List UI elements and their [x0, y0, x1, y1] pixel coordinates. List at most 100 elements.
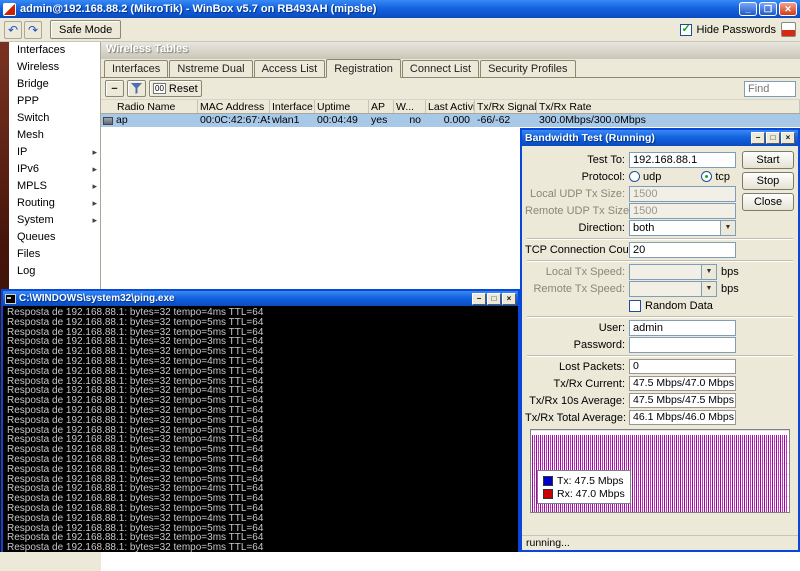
sidebar-item-ipv6[interactable]: IPv6 — [9, 161, 100, 178]
test-to-input[interactable] — [629, 152, 736, 168]
sidebar-item-label: Switch — [17, 112, 49, 124]
column-w[interactable]: W... — [394, 100, 426, 113]
expand-arrow-icon — [92, 195, 97, 212]
lost-packets-value: 0 — [629, 359, 736, 374]
stop-button[interactable]: Stop — [742, 172, 794, 190]
rx-legend-label: Rx: 47.0 Mbps — [557, 488, 625, 500]
ping-minimize-button[interactable] — [472, 293, 486, 305]
chevron-down-icon — [701, 265, 716, 279]
maximize-button[interactable]: ❐ — [759, 2, 777, 16]
column-mac-address[interactable]: MAC Address — [198, 100, 270, 113]
safe-mode-button[interactable]: Safe Mode — [50, 20, 121, 39]
tab-connect-list[interactable]: Connect List — [402, 60, 479, 77]
wireless-tables-titlebar[interactable]: Wireless Tables — [101, 42, 800, 59]
registration-table-header: Radio Name MAC Address Interface Uptime … — [101, 100, 800, 114]
ping-titlebar[interactable]: C:\WINDOWS\system32\ping.exe — [3, 291, 518, 306]
local-tx-speed-label: Local Tx Speed: — [525, 266, 629, 278]
tab-registration[interactable]: Registration — [326, 59, 401, 78]
sidebar-item-label: MPLS — [17, 180, 47, 192]
sidebar-item-bridge[interactable]: Bridge — [9, 76, 100, 93]
tab-nstreme-dual[interactable]: Nstreme Dual — [169, 60, 252, 77]
sidebar-item-mpls[interactable]: MPLS — [9, 178, 100, 195]
terminal-output[interactable]: Resposta de 192.168.88.1: bytes=32 tempo… — [3, 306, 518, 552]
bandwidth-test-title: Bandwidth Test (Running) — [525, 132, 750, 144]
direction-value: both — [630, 222, 720, 234]
sidebar-item-wireless[interactable]: Wireless — [9, 59, 100, 76]
chevron-down-icon[interactable] — [720, 221, 735, 235]
sidebar-item-routing[interactable]: Routing — [9, 195, 100, 212]
tab-access-list[interactable]: Access List — [254, 60, 326, 77]
close-button[interactable]: ✕ — [779, 2, 797, 16]
chevron-down-icon — [701, 282, 716, 296]
bps-label: bps — [721, 283, 739, 295]
column-ap[interactable]: AP — [369, 100, 394, 113]
sidebar-item-label: Queues — [17, 231, 56, 243]
reset-button[interactable]: 00 Reset — [149, 80, 202, 97]
hide-passwords-checkbox[interactable] — [680, 24, 692, 36]
ping-close-button[interactable] — [502, 293, 516, 305]
column-rate[interactable]: Tx/Rx Rate — [537, 100, 800, 113]
tx-legend-label: Tx: 47.5 Mbps — [557, 475, 624, 487]
sidebar-item-label: System — [17, 214, 54, 226]
minimize-button[interactable]: _ — [739, 2, 757, 16]
bt-minimize-button[interactable] — [751, 132, 765, 144]
redo-button[interactable] — [24, 21, 42, 39]
local-udp-tx-size-label: Local UDP Tx Size: — [525, 188, 629, 200]
status-bar: running... — [522, 535, 798, 550]
separator — [525, 258, 795, 263]
filter-button[interactable] — [127, 80, 146, 97]
sidebar-item-interfaces[interactable]: Interfaces — [9, 42, 100, 59]
column-uptime[interactable]: Uptime — [315, 100, 369, 113]
column-interface[interactable]: Interface — [270, 100, 315, 113]
throughput-chart: Tx: 47.5 Mbps Rx: 47.0 Mbps — [530, 429, 790, 513]
protocol-tcp-radio[interactable] — [701, 171, 712, 182]
sidebar-item-system[interactable]: System — [9, 212, 100, 229]
password-input[interactable] — [629, 337, 736, 353]
tcp-connection-count-input[interactable] — [629, 242, 736, 258]
local-udp-tx-size-input — [629, 186, 736, 202]
column-radio-name[interactable]: Radio Name — [101, 100, 198, 113]
minus-icon — [111, 83, 117, 95]
bt-maximize-button[interactable] — [766, 132, 780, 144]
ping-maximize-button[interactable] — [487, 293, 501, 305]
sidebar-item-ppp[interactable]: PPP — [9, 93, 100, 110]
undo-button[interactable] — [4, 21, 22, 39]
signal-cell: -66/-62 — [475, 114, 537, 127]
start-button[interactable]: Start — [742, 151, 794, 169]
sidebar-item-label: Bridge — [17, 78, 49, 90]
find-input[interactable] — [744, 81, 796, 97]
filter-icon — [131, 83, 142, 94]
sidebar-item-files[interactable]: Files — [9, 246, 100, 263]
wireless-toolbar: 00 Reset — [101, 78, 800, 100]
bt-close-button[interactable] — [781, 132, 795, 144]
sidebar-item-label: Wireless — [17, 61, 59, 73]
random-data-checkbox[interactable] — [629, 300, 641, 312]
wireless-tabs: InterfacesNstreme DualAccess ListRegistr… — [101, 59, 800, 78]
table-row[interactable]: ap 00:0C:42:67:A5:F3 wlan1 00:04:49 yes … — [101, 114, 800, 127]
sidebar-item-log[interactable]: Log — [9, 263, 100, 280]
app-title: admin@192.168.88.2 (MikroTik) - WinBox v… — [20, 3, 737, 15]
mac-address-cell: 00:0C:42:67:A5:F3 — [198, 114, 270, 127]
direction-select[interactable]: both — [629, 220, 736, 236]
tab-security-profiles[interactable]: Security Profiles — [480, 60, 575, 77]
sidebar-item-queues[interactable]: Queues — [9, 229, 100, 246]
console-icon — [5, 294, 16, 304]
close-window-button[interactable]: Close — [742, 193, 794, 211]
counter-icon: 00 — [153, 83, 166, 94]
expand-arrow-icon — [92, 178, 97, 195]
sidebar-item-switch[interactable]: Switch — [9, 110, 100, 127]
sidebar-item-label: Interfaces — [17, 44, 65, 56]
protocol-udp-radio[interactable] — [629, 171, 640, 182]
ping-window: C:\WINDOWS\system32\ping.exe Resposta de… — [1, 289, 520, 552]
column-signal[interactable]: Tx/Rx Signal ... — [475, 100, 537, 113]
expand-arrow-icon — [92, 212, 97, 229]
sidebar-item-mesh[interactable]: Mesh — [9, 127, 100, 144]
sidebar-item-label: Files — [17, 248, 40, 260]
bandwidth-test-titlebar[interactable]: Bandwidth Test (Running) — [522, 130, 798, 146]
sidebar-item-ip[interactable]: IP — [9, 144, 100, 161]
user-input[interactable] — [629, 320, 736, 336]
radio-name-cell: ap — [116, 114, 128, 127]
column-last-activity[interactable]: Last Activit... — [426, 100, 475, 113]
tab-interfaces[interactable]: Interfaces — [104, 60, 168, 77]
remove-button[interactable] — [105, 80, 124, 97]
